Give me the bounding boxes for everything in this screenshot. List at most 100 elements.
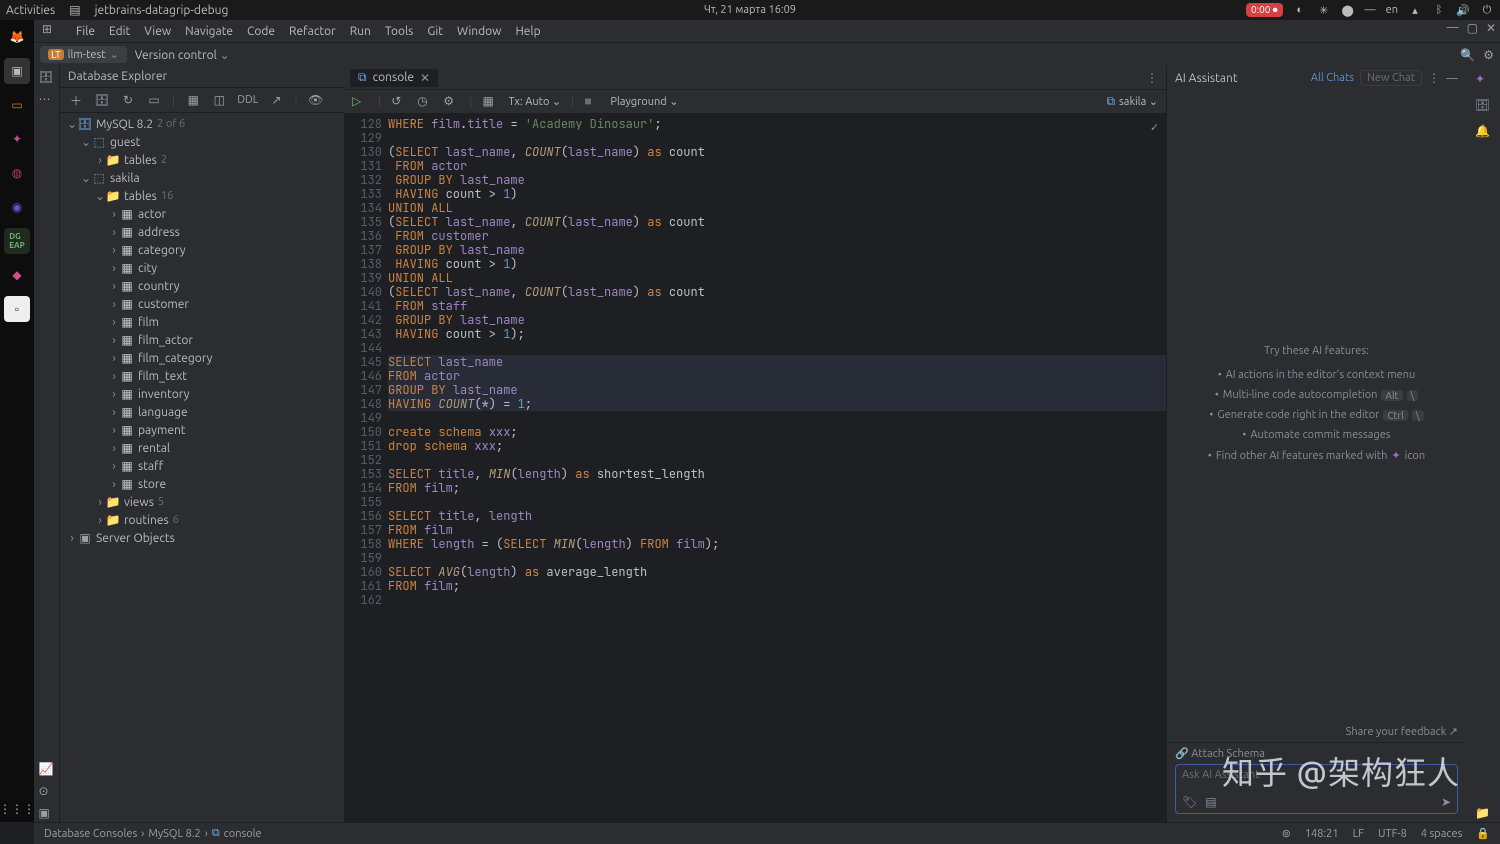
minimize-icon[interactable]: — <box>1447 21 1459 35</box>
clock[interactable]: Чт, 21 марта 16:09 <box>704 4 796 16</box>
code-line[interactable]: GROUP BY last_name <box>388 173 1166 187</box>
dock-firefox-icon[interactable]: 🦊 <box>4 24 30 50</box>
session-picker[interactable]: sakila ⌄ <box>1119 95 1158 108</box>
dock-emacs-icon[interactable]: ◉ <box>4 194 30 220</box>
all-chats-link[interactable]: All Chats <box>1311 72 1354 84</box>
breadcrumb[interactable]: Database Consoles › MySQL 8.2 › ⧉ consol… <box>44 827 262 840</box>
volume-icon[interactable]: 🔊 <box>1456 3 1470 17</box>
tables-folder[interactable]: ⌄📁tables16 <box>94 187 344 205</box>
ai-input[interactable]: Ask AI Assistant 🏷 ▤ ➤ <box>1175 764 1458 814</box>
code-line[interactable]: FROM film; <box>388 579 1166 593</box>
dock-datagrip-icon[interactable]: DGEAP <box>4 228 30 254</box>
menu-item[interactable]: View <box>144 25 171 38</box>
new-chat-button[interactable]: New Chat <box>1360 70 1422 86</box>
table-icon[interactable]: ▦ <box>482 94 498 110</box>
code-line[interactable]: HAVING count > 1) <box>388 257 1166 271</box>
table-item[interactable]: ›▦address <box>108 223 344 241</box>
minimize-icon[interactable]: — <box>1446 72 1458 85</box>
menu-item[interactable]: Code <box>247 25 275 38</box>
dock-files-icon[interactable]: ▭ <box>4 92 30 118</box>
resolve-mode[interactable]: Playground ⌄ <box>610 95 678 108</box>
chart-icon[interactable]: 📈 <box>39 762 55 778</box>
database-tool-icon[interactable]: 🗄 <box>39 70 55 86</box>
remote-icon[interactable]: ⊚ <box>1282 827 1291 840</box>
refresh-icon[interactable]: ↻ <box>120 92 136 108</box>
code-line[interactable]: FROM film; <box>388 481 1166 495</box>
routines-folder[interactable]: ›📁routines6 <box>94 511 344 529</box>
dock-jetbrains-icon[interactable]: ◆ <box>4 262 30 288</box>
more-icon[interactable]: ⋯ <box>39 92 55 108</box>
code-line[interactable] <box>388 593 1166 607</box>
table-item[interactable]: ›▦store <box>108 475 344 493</box>
services-icon[interactable]: ⊙ <box>39 784 55 800</box>
bluetooth-icon[interactable]: ᛒ <box>1432 3 1446 17</box>
code-line[interactable]: (SELECT last_name, COUNT(last_name) as c… <box>388 145 1166 159</box>
code-line[interactable] <box>388 131 1166 145</box>
code-line[interactable] <box>388 411 1166 425</box>
table-item[interactable]: ›▦category <box>108 241 344 259</box>
code-line[interactable]: SELECT last_name <box>388 355 1166 369</box>
dock-app-icon[interactable]: ▫ <box>4 296 30 322</box>
input-lang[interactable]: en <box>1386 4 1398 16</box>
code-line[interactable]: GROUP BY last_name <box>388 243 1166 257</box>
code-line[interactable]: UNION ALL <box>388 201 1166 215</box>
tables-folder[interactable]: ›📁tables2 <box>94 151 344 169</box>
datasource-icon[interactable]: 🗄 <box>94 92 110 108</box>
menu-item[interactable]: Run <box>350 25 371 38</box>
server-objects[interactable]: ›▣Server Objects <box>66 529 344 547</box>
code-line[interactable]: create schema xxx; <box>388 425 1166 439</box>
database-icon[interactable]: 🗄 <box>1475 98 1491 114</box>
editor-tab[interactable]: ⧉ console ✕ <box>350 69 438 87</box>
code-line[interactable]: UNION ALL <box>388 271 1166 285</box>
schema-item[interactable]: ⌄⬚sakila <box>80 169 344 187</box>
code-line[interactable]: FROM staff <box>388 299 1166 313</box>
table-item[interactable]: ›▦customer <box>108 295 344 313</box>
table-item[interactable]: ›▦film_text <box>108 367 344 385</box>
table-item[interactable]: ›▦film_actor <box>108 331 344 349</box>
attach-schema[interactable]: 🔗 Attach Schema <box>1167 742 1466 764</box>
run-icon[interactable]: ▷ <box>352 94 368 110</box>
explain-icon[interactable]: ◷ <box>417 94 433 110</box>
close-icon[interactable]: ✕ <box>1486 21 1496 35</box>
code-line[interactable]: GROUP BY last_name <box>388 383 1166 397</box>
tray-icon[interactable]: ⬤ <box>1341 3 1355 17</box>
tray-icon[interactable]: ✳ <box>1317 3 1331 17</box>
menu-item[interactable]: Edit <box>109 25 130 38</box>
code-line[interactable] <box>388 341 1166 355</box>
code-line[interactable]: HAVING COUNT(*) = 1; <box>388 397 1166 411</box>
attach-icon[interactable]: 🏷 <box>1182 795 1197 809</box>
table-item[interactable]: ›▦actor <box>108 205 344 223</box>
code-line[interactable] <box>388 551 1166 565</box>
lock-icon[interactable]: 🔒 <box>1476 827 1490 840</box>
code-icon[interactable]: ▤ <box>1205 795 1216 809</box>
code-line[interactable]: WHERE film.title = 'Academy Dinosaur'; <box>388 117 1166 131</box>
ai-icon[interactable]: ✦ <box>1475 72 1491 88</box>
settings-icon[interactable]: ⚙ <box>1483 48 1494 62</box>
inspection-ok-icon[interactable]: ✓ <box>1151 120 1158 134</box>
network-icon[interactable]: ▴ <box>1408 3 1422 17</box>
close-tab-icon[interactable]: ✕ <box>420 71 430 85</box>
maximize-icon[interactable]: ▢ <box>1467 21 1478 35</box>
code-line[interactable]: FROM actor <box>388 159 1166 173</box>
code-line[interactable]: SELECT title, MIN(length) as shortest_le… <box>388 467 1166 481</box>
line-ending[interactable]: LF <box>1353 828 1364 840</box>
stop-icon[interactable]: ■ <box>584 94 600 110</box>
menu-item[interactable]: Refactor <box>289 25 336 38</box>
ddl-button[interactable]: DDL <box>237 94 258 106</box>
table-item[interactable]: ›▦city <box>108 259 344 277</box>
table-item[interactable]: ›▦payment <box>108 421 344 439</box>
tray-icon[interactable]: ◐ <box>1293 3 1307 17</box>
record-indicator[interactable]: 0:00 ⏺ <box>1246 3 1283 17</box>
cursor-position[interactable]: 148:21 <box>1305 828 1339 840</box>
history-icon[interactable]: ↺ <box>391 94 407 110</box>
dock-terminal-icon[interactable]: ▣ <box>4 58 30 84</box>
project-chip[interactable]: LT llm-test ⌄ <box>40 46 127 63</box>
activities-label[interactable]: Activities <box>6 4 55 17</box>
code-line[interactable]: HAVING count > 1) <box>388 187 1166 201</box>
code-line[interactable]: FROM customer <box>388 229 1166 243</box>
code-line[interactable]: FROM actor <box>388 369 1166 383</box>
table-item[interactable]: ›▦inventory <box>108 385 344 403</box>
code-line[interactable]: FROM film <box>388 523 1166 537</box>
menu-item[interactable]: Help <box>515 25 540 38</box>
add-icon[interactable]: ＋ <box>68 92 84 108</box>
